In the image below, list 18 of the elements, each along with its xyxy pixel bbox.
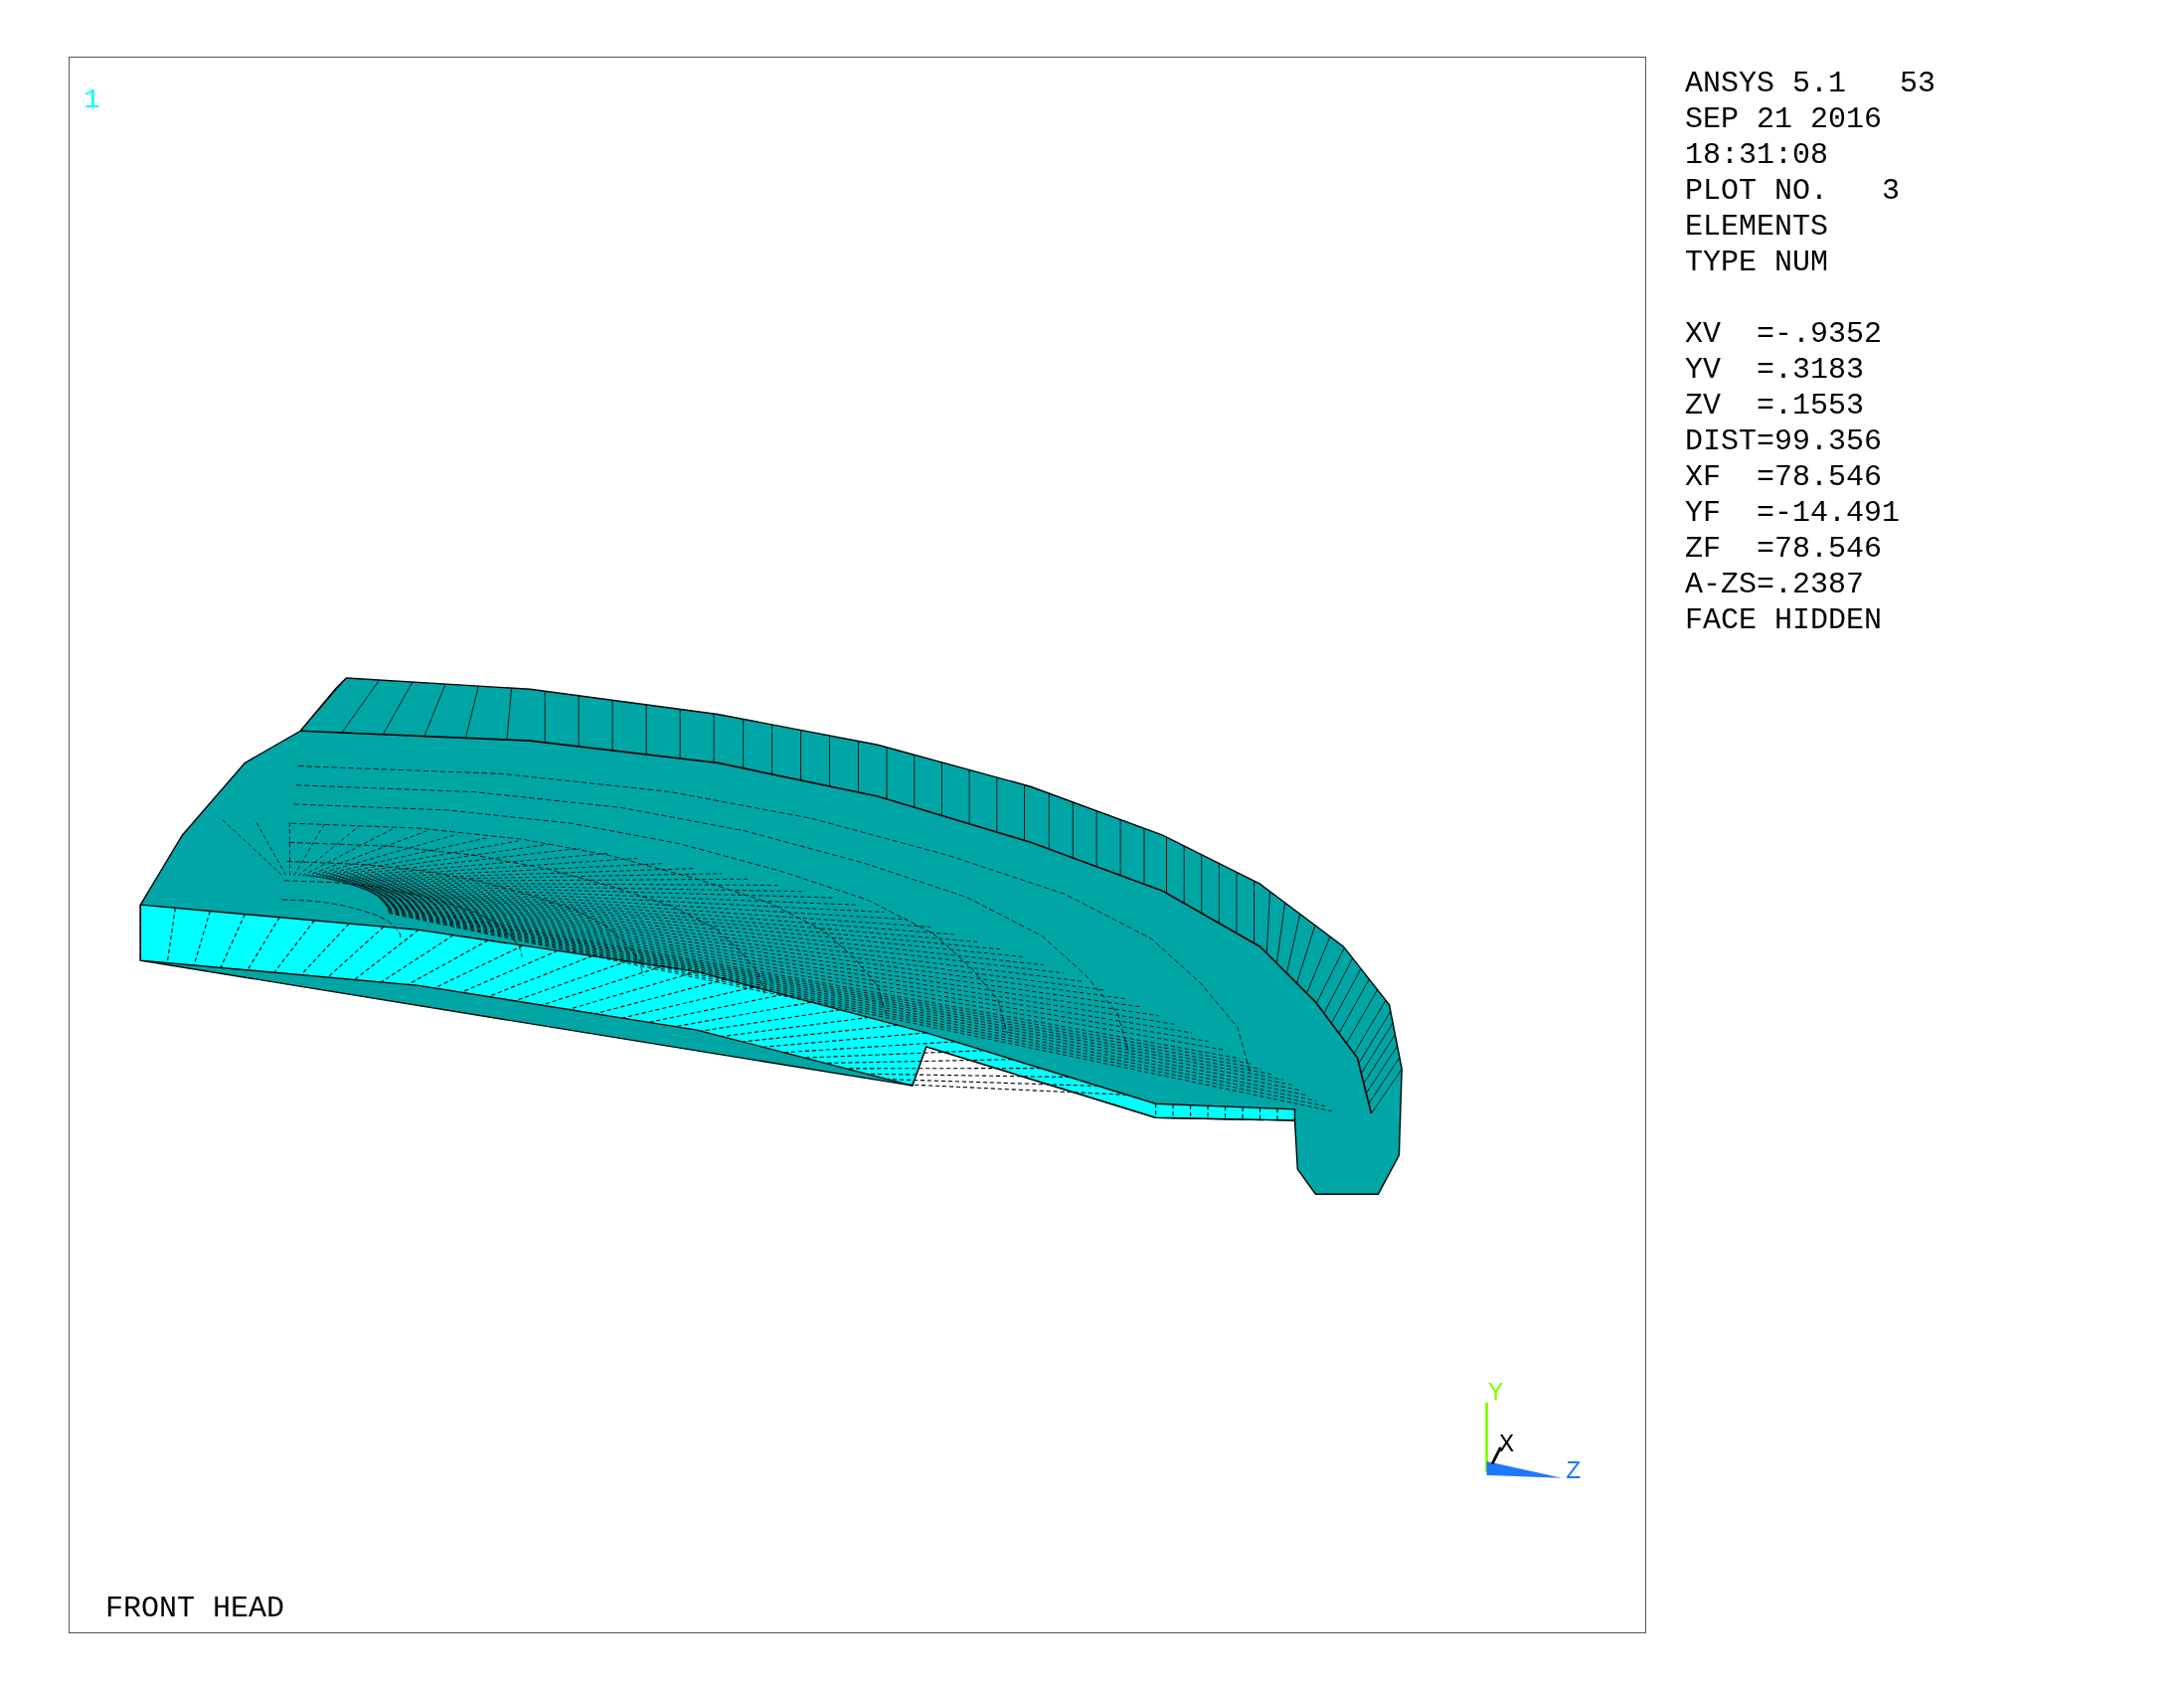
legend-line: TYPE NUM	[1685, 245, 1830, 280]
legend-line: 18:31:08	[1685, 137, 1830, 173]
legend-line: ANSYS 5.1 53	[1685, 66, 1936, 101]
view-parameter: FACE HIDDEN	[1685, 602, 1884, 638]
view-parameter: A-ZS=.2387	[1685, 567, 1866, 602]
view-parameter: XV =-.9352	[1685, 316, 1884, 352]
window-number: 1	[84, 84, 100, 117]
axis-triad-drawing: Y X Z	[1485, 1379, 1582, 1486]
legend-line: ELEMENTS	[1685, 209, 1830, 245]
view-parameter: YV =.3183	[1685, 352, 1866, 388]
view-parameter: YF =-14.491	[1685, 495, 1902, 531]
legend-line: SEP 21 2016	[1685, 101, 1884, 137]
view-parameter: XF =78.546	[1685, 459, 1884, 495]
view-parameter: ZF =78.546	[1685, 531, 1884, 567]
view-parameter: DIST=99.356	[1685, 423, 1884, 459]
legend-line: PLOT NO. 3	[1685, 173, 1902, 209]
view-parameter: ZV =.1553	[1685, 388, 1866, 423]
plot-title: FRONT HEAD	[105, 1591, 285, 1626]
